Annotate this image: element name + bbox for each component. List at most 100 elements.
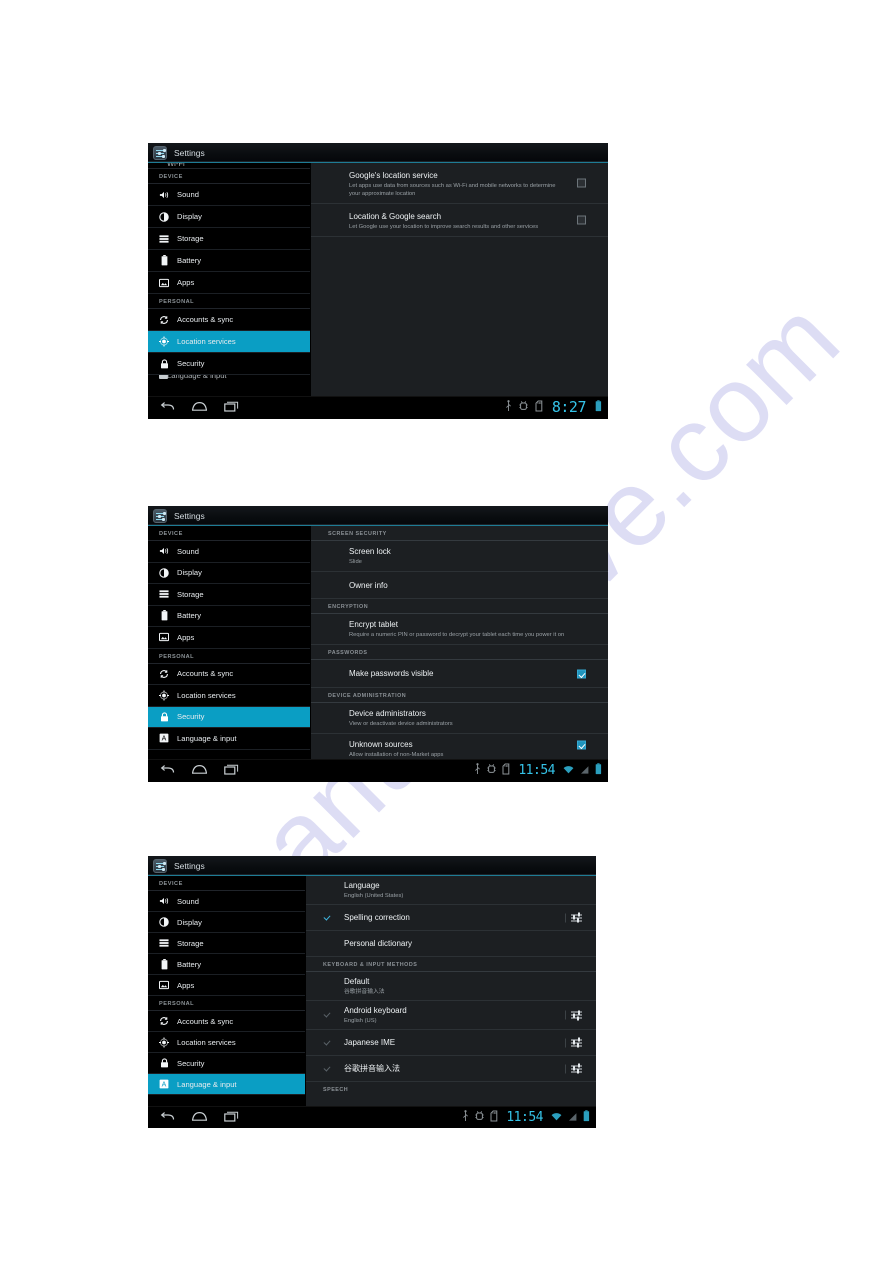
- sidebar-item-security[interactable]: Security: [148, 1053, 305, 1074]
- checkbox-location-google-search[interactable]: [577, 215, 586, 225]
- home-icon[interactable]: [191, 762, 208, 780]
- settings-content-pane: Language English (United States) Spellin…: [305, 876, 596, 1106]
- recent-apps-icon[interactable]: [224, 399, 239, 417]
- checkbox-japanese-ime[interactable]: [324, 1039, 332, 1047]
- row-title: Device administrators: [349, 709, 426, 718]
- sidebar-item-display[interactable]: Display: [148, 563, 310, 584]
- sidebar-item-apps[interactable]: Apps: [148, 975, 305, 996]
- sidebar-item-display[interactable]: Display: [148, 206, 310, 228]
- row-title: Android keyboard: [344, 1006, 407, 1015]
- sidebar-item-location-services[interactable]: Location services: [148, 1032, 305, 1053]
- apps-image-icon: [159, 632, 169, 642]
- sidebar-item-label: Storage: [177, 234, 204, 243]
- display-brightness-icon: [159, 211, 169, 222]
- setting-row-owner-info[interactable]: Owner info: [311, 572, 608, 599]
- checkbox-make-passwords-visible[interactable]: [577, 669, 586, 678]
- sidebar-item-apps[interactable]: Apps: [148, 627, 310, 649]
- debug-android-icon: [487, 762, 496, 780]
- debug-android-icon: [519, 399, 528, 417]
- row-title: 谷歌拼音输入法: [344, 1064, 400, 1073]
- sidebar-item-storage[interactable]: Storage: [148, 933, 305, 954]
- setting-row-google-location-service[interactable]: Google's location service Let apps use d…: [311, 163, 608, 204]
- apps-image-icon: [159, 980, 169, 990]
- sidebar-item-label: Security: [177, 712, 205, 722]
- sidebar-item-accounts-sync[interactable]: Accounts & sync: [148, 664, 310, 685]
- setting-row-unknown-sources[interactable]: Unknown sources Allow installation of no…: [311, 734, 608, 759]
- usb-icon: [505, 399, 512, 417]
- row-title: Default: [344, 977, 370, 986]
- sidebar-partial-row-bottom[interactable]: Language & input: [148, 375, 310, 382]
- row-subtitle: English (US): [344, 1018, 377, 1024]
- sidebar-item-location-services[interactable]: Location services: [148, 331, 310, 353]
- settings-sliders-icon[interactable]: [565, 1037, 582, 1048]
- sidebar-item-language-input[interactable]: A Language & input: [148, 1074, 305, 1095]
- setting-row-screen-lock[interactable]: Screen lock Slide: [311, 541, 608, 572]
- setting-row-encrypt-tablet[interactable]: Encrypt tablet Require a numeric PIN or …: [311, 614, 608, 645]
- system-navigation-bar: 8:27: [148, 396, 608, 418]
- section-header-keyboard-input-methods: KEYBOARD & INPUT METHODS: [306, 957, 596, 972]
- back-arrow-icon[interactable]: [160, 1109, 175, 1127]
- row-title: Google's location service: [349, 171, 438, 180]
- sidebar-item-label: Sound: [177, 190, 199, 199]
- sidebar-partial-row-top[interactable]: Wi-Fi: [148, 163, 310, 169]
- sidebar-item-security[interactable]: Security: [148, 706, 310, 728]
- sidebar-item-accounts-sync[interactable]: Accounts & sync: [148, 1011, 305, 1032]
- setting-row-language[interactable]: Language English (United States): [306, 876, 596, 905]
- setting-row-personal-dictionary[interactable]: Personal dictionary: [306, 931, 596, 957]
- sidebar-item-display[interactable]: Display: [148, 912, 305, 933]
- row-title: Location & Google search: [349, 212, 442, 221]
- sidebar-item-label: Apps: [177, 980, 195, 990]
- row-title: Japanese IME: [344, 1038, 396, 1047]
- apps-image-icon: [159, 278, 169, 288]
- screenshot-language-and-input: Settings DEVICE Sound Display Storage Ba…: [148, 856, 596, 1128]
- row-subtitle: Slide: [349, 559, 362, 565]
- usb-icon: [474, 762, 481, 780]
- setting-row-device-administrators[interactable]: Device administrators View or deactivate…: [311, 703, 608, 734]
- setting-row-spelling-correction[interactable]: Spelling correction: [306, 905, 596, 931]
- recent-apps-icon[interactable]: [224, 762, 239, 780]
- sidebar-item-accounts-sync[interactable]: Accounts & sync: [148, 309, 310, 331]
- checkbox-google-pinyin-ime[interactable]: [324, 1065, 332, 1073]
- setting-row-japanese-ime[interactable]: Japanese IME: [306, 1030, 596, 1056]
- checkbox-unknown-sources[interactable]: [577, 740, 586, 750]
- sidebar-item-label: Battery: [177, 256, 202, 265]
- home-icon[interactable]: [191, 399, 208, 417]
- sidebar-item-storage[interactable]: Storage: [148, 584, 310, 606]
- section-header-device-administration: DEVICE ADMINISTRATION: [311, 688, 608, 703]
- cell-signal-icon: [580, 762, 589, 780]
- sidebar-group-personal: PERSONAL: [148, 649, 310, 664]
- row-title: Unknown sources: [349, 740, 413, 749]
- setting-row-make-passwords-visible[interactable]: Make passwords visible: [311, 660, 608, 688]
- sound-speaker-icon: [159, 190, 169, 200]
- sidebar-item-battery[interactable]: Battery: [148, 250, 310, 272]
- sidebar-item-sound[interactable]: Sound: [148, 891, 305, 912]
- checkbox-google-location-service[interactable]: [577, 178, 586, 188]
- setting-row-android-keyboard[interactable]: Android keyboard English (US): [306, 1001, 596, 1030]
- sidebar-item-battery[interactable]: Battery: [148, 954, 305, 975]
- sync-arrows-icon: [159, 1016, 169, 1026]
- setting-row-location-google-search[interactable]: Location & Google search Let Google use …: [311, 204, 608, 237]
- back-arrow-icon[interactable]: [160, 399, 175, 417]
- sidebar-item-apps[interactable]: Apps: [148, 272, 310, 294]
- recent-apps-icon[interactable]: [224, 1109, 239, 1127]
- sidebar-group-personal: PERSONAL: [148, 294, 310, 309]
- sidebar-item-sound[interactable]: Sound: [148, 184, 310, 206]
- settings-sliders-icon[interactable]: [565, 1010, 582, 1021]
- settings-sliders-icon[interactable]: [565, 1063, 582, 1074]
- settings-sidebar: DEVICE Sound Display Storage Battery App…: [148, 876, 305, 1106]
- settings-sliders-icon[interactable]: [565, 912, 582, 923]
- setting-row-google-pinyin-ime[interactable]: 谷歌拼音输入法: [306, 1056, 596, 1082]
- sidebar-item-security[interactable]: Security: [148, 353, 310, 375]
- sidebar-item-location-services[interactable]: Location services: [148, 685, 310, 707]
- sidebar-item-language-input[interactable]: A Language & input: [148, 728, 310, 750]
- home-icon[interactable]: [191, 1109, 208, 1127]
- sidebar-item-sound[interactable]: Sound: [148, 541, 310, 563]
- back-arrow-icon[interactable]: [160, 762, 175, 780]
- setting-row-default-input-method[interactable]: Default 谷歌拼音输入法: [306, 972, 596, 1001]
- sidebar-item-battery[interactable]: Battery: [148, 606, 310, 627]
- sidebar-item-storage[interactable]: Storage: [148, 228, 310, 250]
- row-title: Owner info: [349, 581, 388, 590]
- checkbox-android-keyboard[interactable]: [324, 1011, 332, 1019]
- checkbox-spelling-correction[interactable]: [324, 914, 332, 922]
- row-title: Screen lock: [349, 547, 391, 556]
